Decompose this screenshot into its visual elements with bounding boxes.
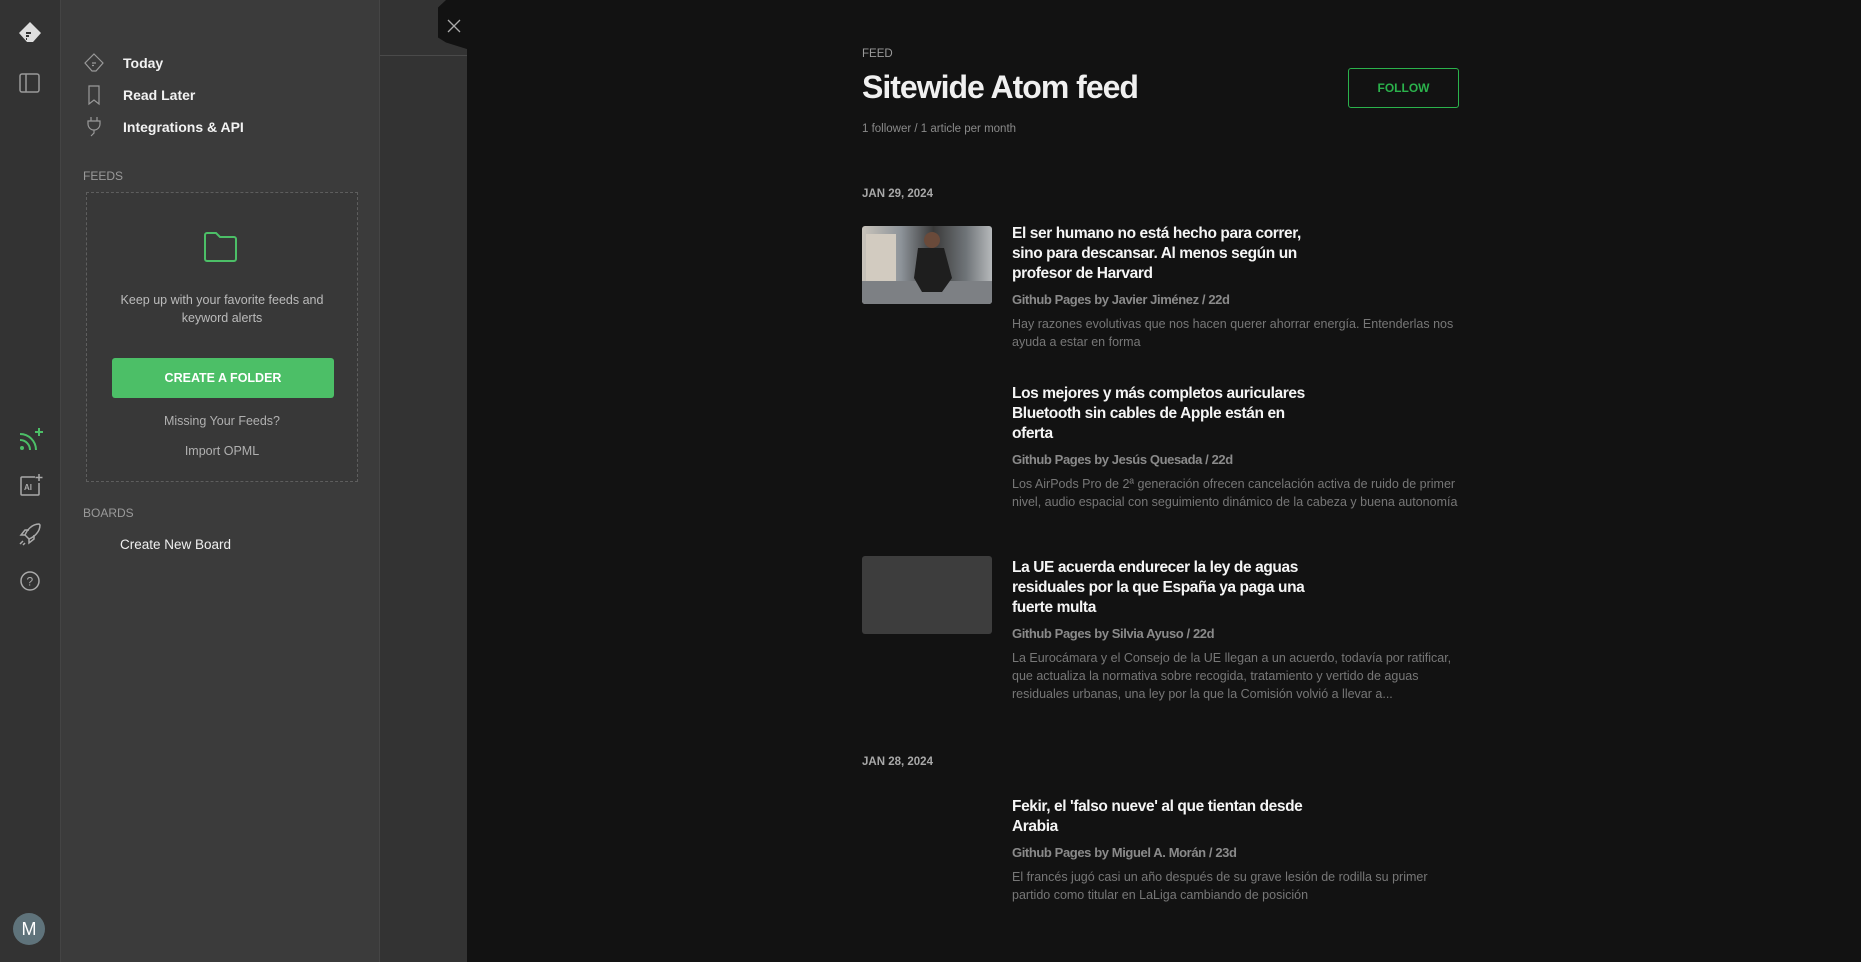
missing-feeds-link[interactable]: Missing Your Feeds? [87,414,357,428]
empty-feeds-text: Keep up with your favorite feeds and key… [120,293,324,325]
nav-label: Today [123,55,164,71]
follow-button[interactable]: FOLLOW [1348,68,1459,108]
plug-icon [87,117,101,137]
article-summary: Los AirPods Pro de 2ª generación ofrecen… [1012,477,1458,509]
article-meta: Github Pages by Miguel A. Morán / 23d [1012,845,1237,860]
feed-stats: 1 follower / 1 article per month [862,123,1017,135]
article-meta: Github Pages by Jesús Quesada / 22d [1012,452,1233,467]
article-title[interactable]: Fekir, el 'falso nueve' al que tientan d… [1012,797,1428,904]
article-thumbnail[interactable] [862,226,992,304]
article-summary: La Eurocámara y el Consejo de la UE lleg… [1012,651,1452,701]
svg-text:AI: AI [24,483,32,492]
article-thumbnail-placeholder[interactable] [862,556,992,634]
empty-feeds-card: Keep up with your favorite feeds and key… [86,192,358,482]
import-opml-link[interactable]: Import OPML [87,444,357,458]
collapsed-panel [380,0,467,962]
ai-feed-icon[interactable]: AI [15,471,45,501]
icon-rail: AI ? M [0,0,60,962]
runner-image [862,232,992,304]
rocket-icon[interactable] [15,519,45,549]
divider [380,55,467,56]
article-title[interactable]: Los mejores y más completos auriculares … [1012,384,1457,511]
sidebar: Today Read Later Integrations & API FEED… [60,0,380,962]
svg-text:?: ? [27,575,34,589]
bookmark-icon [88,85,100,106]
article-summary: Hay razones evolutivas que nos hacen que… [1012,317,1454,349]
panel-toggle-icon[interactable] [15,68,45,98]
folder-icon [204,232,237,262]
page-title: Sitewide Atom feed [862,69,1139,105]
article-title[interactable]: El ser humano no está hecho para correr,… [1012,224,1453,351]
article-title[interactable]: La UE acuerda endurecer la ley de aguas … [1012,558,1451,703]
feed-kicker: FEED [862,48,893,60]
add-feed-icon[interactable] [15,425,45,455]
article-summary: El francés jugó casi un año después de s… [1012,870,1428,902]
nav-label: Read Later [123,87,196,103]
nav-read-later[interactable]: Read Later [83,83,195,107]
today-icon [84,53,104,72]
create-board-link[interactable]: Create New Board [120,537,231,552]
article-meta: Github Pages by Silvia Ayuso / 22d [1012,626,1215,641]
feedly-logo-icon[interactable] [15,18,45,48]
create-folder-button[interactable]: CREATE A FOLDER [112,358,334,398]
help-icon[interactable]: ? [15,566,45,596]
feeds-section-label: FEEDS [83,169,124,183]
nav-today[interactable]: Today [83,51,163,75]
nav-integrations[interactable]: Integrations & API [83,115,244,139]
date-header: JAN 29, 2024 [862,188,933,200]
avatar[interactable]: M [13,913,45,945]
article-meta: Github Pages by Javier Jiménez / 22d [1012,292,1230,307]
boards-section-label: BOARDS [83,506,134,520]
date-header: JAN 28, 2024 [862,756,933,768]
nav-label: Integrations & API [123,119,244,135]
